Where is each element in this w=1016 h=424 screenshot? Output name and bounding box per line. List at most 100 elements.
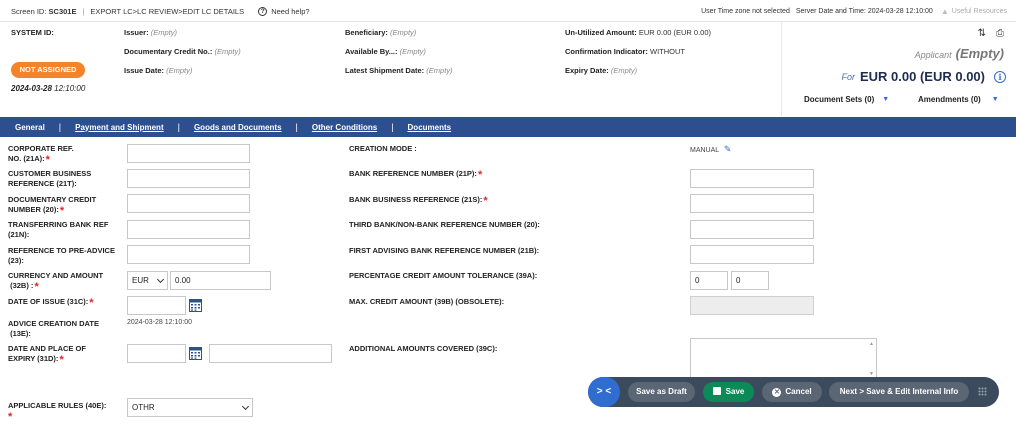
label-line: BANK REFERENCE NUMBER (21P): (349, 169, 477, 178)
system-id-label: SYSTEM ID: (11, 28, 54, 37)
label-line: REFERENCE TO PRE-ADVICE (8, 246, 115, 255)
amount-panel: ⇅ ⎙ Applicant (Empty) For EUR 0.00 (EUR 0… (781, 22, 1016, 116)
graduation-cap-icon[interactable]: ▲ (941, 7, 949, 16)
required-marker: * (8, 411, 13, 423)
issue-date-value: (Empty) (166, 66, 193, 75)
required-marker: * (477, 169, 483, 181)
tab-documents[interactable]: Documents (408, 123, 452, 132)
required-marker: * (89, 297, 94, 309)
tab-general[interactable]: General (15, 123, 45, 132)
tab-divider: | (295, 122, 298, 132)
tolerance-minus-input[interactable]: 0 (731, 271, 769, 290)
applicant: Applicant (Empty) (915, 46, 1004, 61)
expiry-value: (Empty) (610, 66, 638, 75)
beneficiary-field: Beneficiary: (Empty) (345, 28, 416, 37)
confirmation-label: Confirmation Indicator: (565, 47, 648, 56)
applicable-rules-select[interactable]: OTHR (127, 398, 253, 417)
document-sets-label: Document Sets (0) (804, 95, 875, 104)
system-date: 2024-03-28 12:10:00 (11, 84, 85, 93)
additional-amounts-label: ADDITIONAL AMOUNTS COVERED (39C): (349, 344, 498, 353)
next-save-edit-button[interactable]: Next > Save & Edit Internal Info (829, 382, 969, 402)
document-sets-dropdown[interactable]: Document Sets (0) ▼ (804, 95, 889, 104)
label-line: DATE OF ISSUE (31C): (8, 297, 89, 306)
cancel-label: Cancel (785, 387, 812, 396)
beneficiary-value: (Empty) (390, 28, 417, 37)
advice-date-label: ADVICE CREATION DATE (13E): (8, 319, 99, 339)
label-line: REFERENCE (21T): (8, 179, 77, 188)
tab-goods-documents[interactable]: Goods and Documents (194, 123, 282, 132)
first-advising-ref-input[interactable] (690, 245, 814, 264)
corp-ref-input[interactable] (127, 144, 250, 163)
system-time-value: 12:10:00 (54, 84, 86, 93)
max-credit-label: MAX. CREDIT AMOUNT (39B) (OBSOLETE): (349, 297, 505, 306)
bank-ref-label: BANK REFERENCE NUMBER (21P):* (349, 169, 483, 181)
first-advising-ref-label: FIRST ADVISING BANK REFERENCE NUMBER (21… (349, 246, 540, 255)
expiry-date-input[interactable] (127, 344, 186, 363)
advice-date-value: 2024-03-28 12:10:00 (127, 319, 192, 326)
bank-ref-input[interactable] (690, 169, 814, 188)
action-bar: > < Save as Draft Save ✕ Cancel Next > Sa… (588, 377, 999, 407)
doc-credit-label: Documentary Credit No.: (124, 47, 213, 56)
timezone-text: User Time zone not selected (701, 8, 790, 15)
info-icon[interactable]: i (994, 70, 1006, 83)
expiry-place-input[interactable] (209, 344, 332, 363)
label-line: CURRENCY AND AMOUNT (8, 271, 104, 280)
bank-business-ref-input[interactable] (690, 194, 814, 213)
divider: | (82, 7, 85, 16)
help-link[interactable]: Need help? (271, 7, 309, 16)
unutilized-field: Un-Utilized Amount: EUR 0.00 (EUR 0.00) (565, 28, 711, 37)
sort-icon[interactable]: ⇅ (978, 28, 986, 39)
currency-select[interactable]: EUR (127, 271, 168, 290)
tab-payment-shipment[interactable]: Payment and Shipment (75, 123, 163, 132)
pencil-icon[interactable]: ✎ (724, 144, 732, 154)
creation-mode-label: CREATION MODE : (349, 144, 417, 153)
currency-amount-label: CURRENCY AND AMOUNT (32B) :* (8, 271, 104, 293)
drag-handle-icon[interactable] (978, 387, 987, 396)
applicant-value: (Empty) (955, 46, 1004, 61)
label-line: EXPIRY (31D): (8, 354, 59, 363)
save-icon (712, 387, 721, 395)
tab-other-conditions[interactable]: Other Conditions (312, 123, 377, 132)
useful-resources-link[interactable]: Useful Resources (952, 8, 1007, 15)
doc-credit-number-label: DOCUMENTARY CREDIT NUMBER (20):* (8, 195, 96, 217)
amendments-dropdown[interactable]: Amendments (0) ▼ (918, 95, 999, 104)
server-info: User Time zone not selected Server Date … (701, 7, 1007, 16)
cancel-button[interactable]: ✕ Cancel (762, 382, 822, 402)
expiry-label: Expiry Date: (565, 66, 609, 75)
screen-id: SC301E (48, 7, 77, 16)
label-line: TRANSFERRING BANK REF (8, 220, 109, 229)
applicable-rules-value: OTHR (132, 403, 155, 412)
tolerance-plus-input[interactable]: 0 (690, 271, 728, 290)
calendar-icon[interactable] (189, 347, 202, 360)
help-icon[interactable]: ? (258, 7, 268, 16)
save-draft-button[interactable]: Save as Draft (628, 382, 695, 402)
scroll-up-icon[interactable]: ▲ (869, 341, 874, 347)
print-icon[interactable]: ⎙ (996, 28, 1004, 39)
transfer-ref-input[interactable] (127, 220, 250, 239)
available-by-value: (Empty) (399, 47, 426, 56)
doc-credit-number-input[interactable] (127, 194, 250, 213)
date-issue-input[interactable] (127, 296, 186, 315)
calendar-icon[interactable] (189, 299, 202, 312)
lc-amount: For EUR 0.00 (EUR 0.00) i (842, 69, 1006, 84)
third-bank-ref-input[interactable] (690, 220, 814, 239)
third-bank-ref-label: THIRD BANK/NON-BANK REFERENCE NUMBER (20… (349, 220, 540, 229)
cust-ref-input[interactable] (127, 169, 250, 188)
issue-date-field: Issue Date: (Empty) (124, 66, 192, 75)
required-marker: * (45, 154, 50, 166)
confirmation-field: Confirmation Indicator: WITHOUT (565, 47, 685, 56)
save-button[interactable]: Save (703, 382, 754, 402)
screen-id-label: Screen ID: (11, 7, 47, 16)
breadcrumb: EXPORT LC>LC REVIEW>EDIT LC DETAILS (90, 7, 245, 16)
label-line: NO. (21A): (8, 154, 45, 163)
collapse-actions-button[interactable]: > < (588, 377, 620, 407)
screen-info: Screen ID: SC301E | EXPORT LC>LC REVIEW>… (11, 7, 310, 16)
creation-mode-text: MANUAL (690, 147, 719, 154)
amount-input[interactable]: 0.00 (170, 271, 271, 290)
pre-advice-input[interactable] (127, 245, 250, 264)
creation-mode-value: MANUAL ✎ (690, 144, 731, 155)
issuer-value: (Empty) (150, 28, 177, 37)
required-marker: * (34, 281, 39, 293)
applicable-rules-label: APPLICABLE RULES (40E): * (8, 401, 106, 423)
additional-amounts-textarea[interactable]: ▲ ▼ (690, 338, 877, 380)
